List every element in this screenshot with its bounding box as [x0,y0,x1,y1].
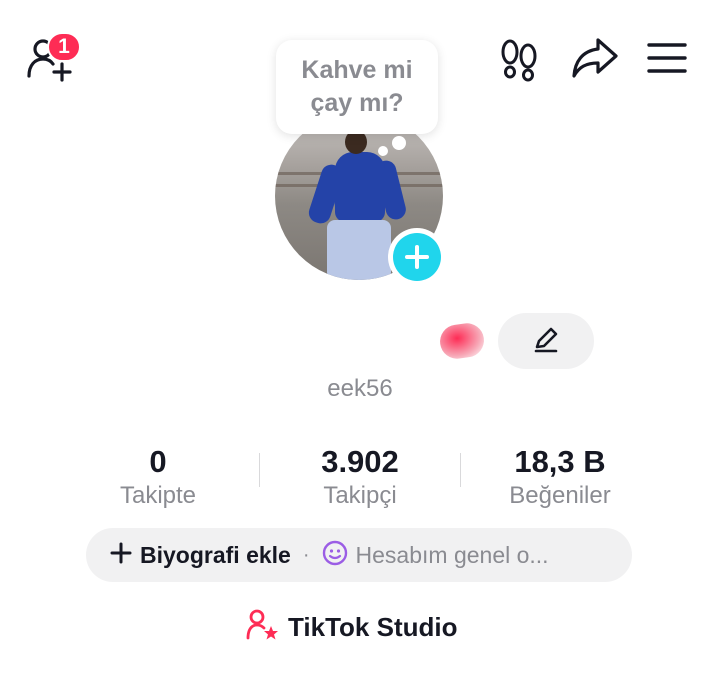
add-bio-button[interactable]: Biyografi ekle [140,542,291,569]
tiktok-studio-link[interactable]: TikTok Studio [246,607,457,647]
plus-icon [393,233,441,281]
avatar-photo-detail [327,220,391,280]
tiktok-studio-label: TikTok Studio [288,611,458,642]
stat-divider [259,453,260,487]
bubble-tail [392,136,406,150]
stat-followers-value: 3.902 [321,444,399,479]
plus-icon [110,542,132,569]
bio-bar: Biyografi ekle · Hesabım genel o... [86,528,632,582]
stat-following-value: 0 [149,444,167,479]
pencil-icon [532,325,560,358]
notification-badge: 1 [47,32,81,62]
bubble-line-2: çay mı? [310,89,404,117]
add-story-button[interactable] [388,228,446,286]
footprints-icon[interactable] [498,38,540,82]
account-status-button[interactable]: Hesabım genel o... [356,542,549,569]
avatar-photo-detail [335,152,385,222]
smiley-icon [322,540,348,571]
stat-following-label: Takipte [119,482,197,509]
edit-profile-button[interactable] [498,313,594,369]
stat-likes[interactable]: 18,3 B Beğeniler [470,443,650,511]
stat-followers[interactable]: 3.902 Takipçi [270,443,450,511]
studio-person-star-icon [246,608,280,647]
menu-icon[interactable] [646,40,688,76]
username: eek56 [327,375,393,402]
stat-likes-value: 18,3 B [514,444,606,479]
status-bubble[interactable]: Kahve mi çay mı? [276,40,438,134]
bio-separator: · [302,543,310,566]
bubble-line-1: Kahve mi [301,56,413,84]
bubble-tail [378,146,388,156]
stat-likes-label: Beğeniler [509,482,611,509]
stat-divider [460,453,461,487]
stat-following[interactable]: 0 Takipte [68,443,248,511]
share-icon[interactable] [570,36,620,80]
stat-followers-label: Takipçi [323,482,397,509]
